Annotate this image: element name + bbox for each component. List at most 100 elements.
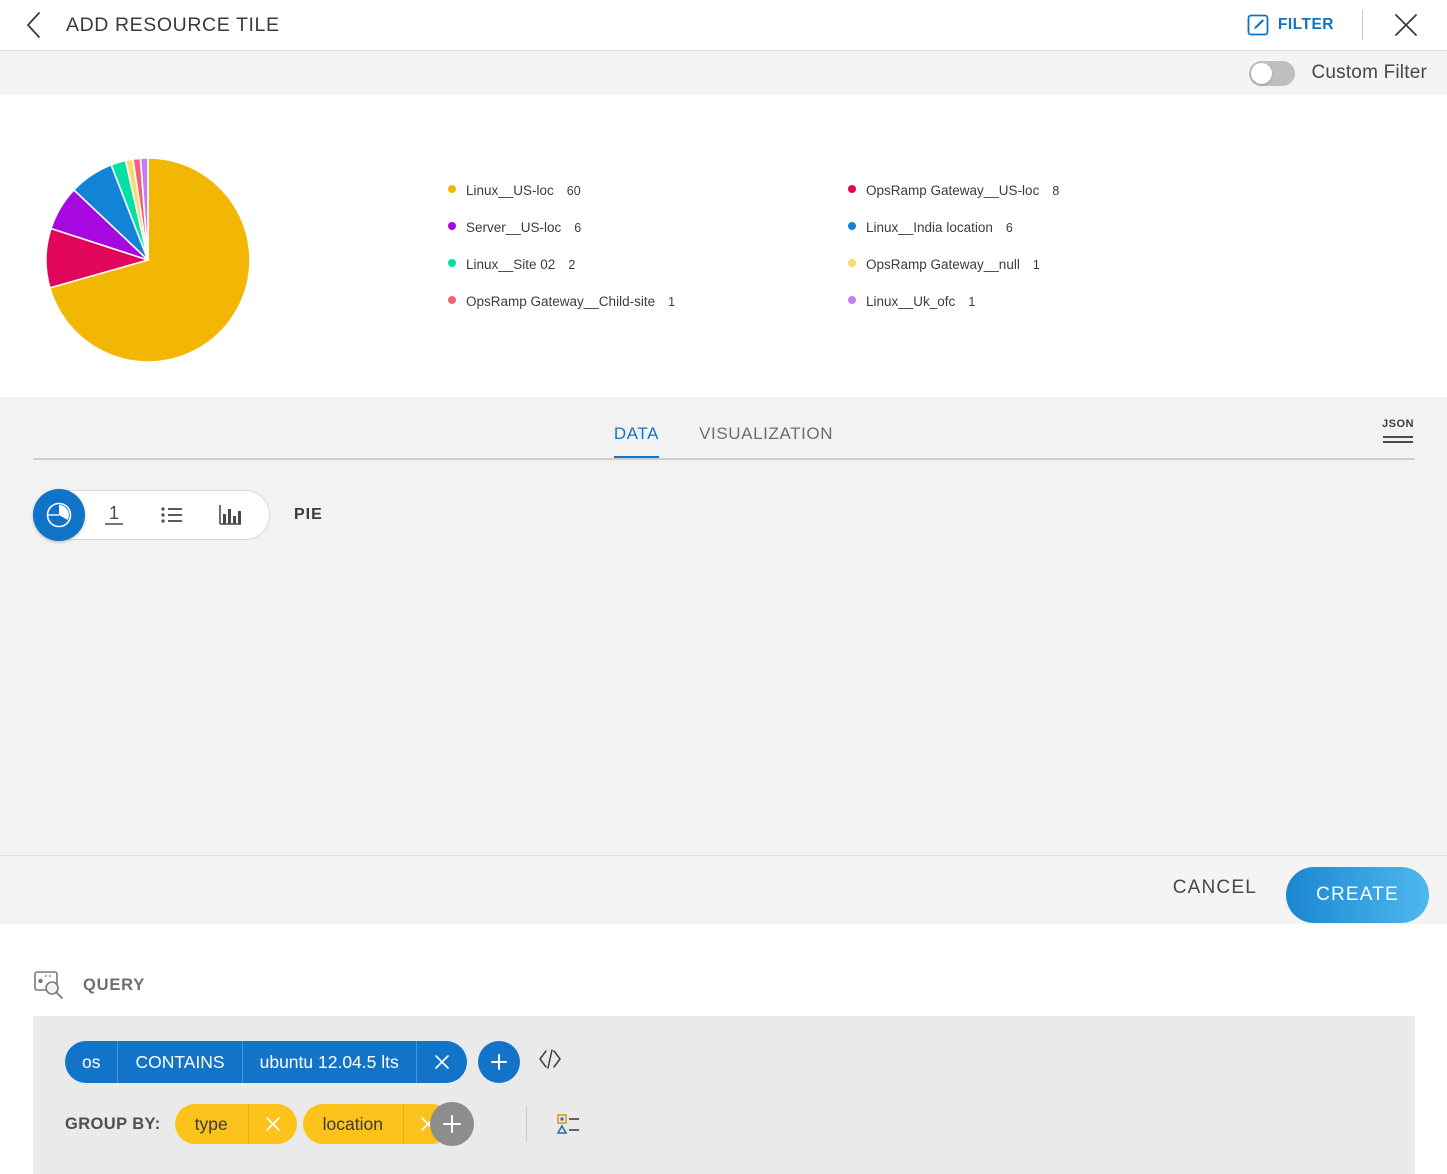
group-by-divider	[526, 1107, 527, 1141]
legend-value: 1	[968, 295, 976, 309]
svg-text:1: 1	[109, 503, 119, 523]
group-by-label: GROUP BY:	[65, 1114, 161, 1133]
legend-color-dot	[848, 296, 856, 304]
legend-color-dot	[448, 222, 456, 230]
chart-type-bar[interactable]	[201, 490, 259, 540]
group-by-field[interactable]: location	[303, 1104, 403, 1144]
query-section-header: QUERY	[33, 970, 145, 1000]
legend-label: Linux__Uk_ofc	[866, 294, 956, 309]
custom-filter-bar: Custom Filter	[0, 51, 1447, 95]
footer-rule	[0, 855, 1447, 856]
legend-item[interactable]: Linux__Uk_ofc 1	[848, 294, 1248, 331]
legend-item[interactable]: OpsRamp Gateway__Child-site 1	[448, 294, 848, 331]
close-button[interactable]	[1387, 6, 1425, 44]
group-by-row: GROUP BY: type location	[65, 1102, 581, 1146]
close-icon	[265, 1117, 280, 1131]
filter-label: FILTER	[1277, 16, 1334, 33]
header-divider	[1362, 10, 1363, 40]
legend-color-dot	[848, 222, 856, 230]
chart-legend: Linux__US-loc 60 Server__US-loc 6 Linux_…	[448, 183, 1378, 331]
config-section: DATA VISUALIZATION JSON 1 PIE QUERY os C…	[0, 397, 1447, 1174]
legend-item[interactable]: OpsRamp Gateway__US-loc 8	[848, 183, 1248, 220]
legend-color-dot	[848, 185, 856, 193]
json-lines	[1383, 433, 1413, 443]
sort-legend-icon-svg	[556, 1114, 579, 1134]
chart-type-single-value[interactable]: 1	[85, 490, 143, 540]
add-group-by-button[interactable]	[430, 1102, 474, 1146]
bar-chart-icon	[219, 505, 241, 525]
legend-item[interactable]: Linux__Site 02 2	[448, 257, 848, 294]
add-query-filter-button[interactable]	[477, 1041, 520, 1083]
plus-icon	[443, 1115, 461, 1133]
header-actions: FILTER	[1247, 0, 1447, 50]
query-value[interactable]: ubuntu 12.04.5 lts	[243, 1041, 416, 1083]
query-field[interactable]: os	[65, 1041, 117, 1083]
tab-data[interactable]: DATA	[613, 424, 660, 459]
query-filter-pill: os CONTAINS ubuntu 12.04.5 lts	[65, 1041, 467, 1083]
pie-chart	[33, 145, 263, 380]
edit-pencil-icon	[1247, 14, 1269, 36]
legend-value: 60	[566, 184, 581, 198]
list-icon	[161, 507, 182, 523]
chart-type-options: 1	[33, 489, 270, 541]
legend-value: 8	[1052, 184, 1060, 198]
custom-filter-toggle[interactable]	[1249, 60, 1296, 86]
tab-bar: DATA VISUALIZATION	[0, 397, 1447, 459]
chart-type-name: PIE	[294, 506, 323, 523]
legend-item[interactable]: Linux__India location 6	[848, 220, 1248, 257]
query-operator[interactable]: CONTAINS	[118, 1041, 241, 1083]
tab-rule	[33, 458, 1415, 460]
dialog-footer: CANCEL CREATE	[0, 855, 1447, 924]
legend-item[interactable]: Server__US-loc 6	[448, 220, 848, 257]
cancel-button[interactable]: CANCEL	[1173, 877, 1257, 899]
pie-chart-svg	[45, 157, 251, 363]
legend-label: OpsRamp Gateway__US-loc	[866, 183, 1040, 198]
legend-value: 2	[568, 258, 576, 272]
remove-group-by-type-button[interactable]	[249, 1115, 297, 1133]
create-button[interactable]: CREATE	[1286, 867, 1429, 923]
legend-color-dot	[448, 296, 456, 304]
chart-type-list[interactable]	[143, 490, 201, 540]
legend-column-left: Linux__US-loc 60 Server__US-loc 6 Linux_…	[448, 183, 848, 331]
legend-value: 1	[1032, 258, 1040, 272]
legend-label: OpsRamp Gateway__Child-site	[466, 294, 656, 309]
legend-label: Linux__US-loc	[466, 183, 554, 198]
legend-color-dot	[848, 259, 856, 267]
legend-label: OpsRamp Gateway__null	[866, 257, 1020, 272]
chevron-left-icon	[27, 12, 40, 38]
close-icon	[1395, 14, 1417, 36]
pie-chart-icon	[46, 502, 72, 528]
page-title: ADD RESOURCE TILE	[66, 13, 280, 36]
legend-label: Server__US-loc	[466, 220, 562, 235]
group-by-pill-type: type	[174, 1104, 297, 1144]
legend-item[interactable]: OpsRamp Gateway__null 1	[848, 257, 1248, 294]
query-filter-row: os CONTAINS ubuntu 12.04.5 lts	[65, 1041, 563, 1083]
chart-type-pie[interactable]	[33, 489, 85, 541]
json-view-icon[interactable]: JSON	[1377, 412, 1419, 450]
legend-color-dot	[448, 185, 456, 193]
close-icon	[434, 1055, 449, 1069]
toggle-knob	[1251, 62, 1273, 84]
legend-value: 6	[1005, 221, 1013, 235]
query-label: QUERY	[83, 975, 146, 994]
single-value-icon: 1	[105, 503, 123, 525]
query-search-icon	[34, 971, 63, 999]
code-brackets-icon[interactable]	[537, 1047, 563, 1077]
legend-color-dot	[448, 259, 456, 267]
plus-icon	[490, 1054, 507, 1070]
chart-preview-panel: Linux__US-loc 60 Server__US-loc 6 Linux_…	[0, 95, 1447, 397]
legend-column-right: OpsRamp Gateway__US-loc 8 Linux__India l…	[848, 183, 1248, 331]
code-brackets-icon-svg	[539, 1049, 561, 1069]
legend-item[interactable]: Linux__US-loc 60	[448, 183, 848, 220]
tab-visualization[interactable]: VISUALIZATION	[699, 424, 833, 458]
legend-label: Linux__India location	[866, 220, 993, 235]
sort-legend-icon[interactable]	[555, 1111, 581, 1137]
back-button[interactable]	[14, 5, 54, 45]
custom-filter-label: Custom Filter	[1311, 62, 1427, 83]
query-builder-box: os CONTAINS ubuntu 12.04.5 lts GROUP BY:…	[33, 1016, 1415, 1174]
legend-label: Linux__Site 02	[466, 257, 556, 272]
filter-button[interactable]: FILTER	[1247, 14, 1334, 36]
remove-query-filter-button[interactable]	[417, 1053, 467, 1071]
top-header-bar: ADD RESOURCE TILE FILTER	[0, 0, 1447, 50]
group-by-field[interactable]: type	[175, 1104, 248, 1144]
